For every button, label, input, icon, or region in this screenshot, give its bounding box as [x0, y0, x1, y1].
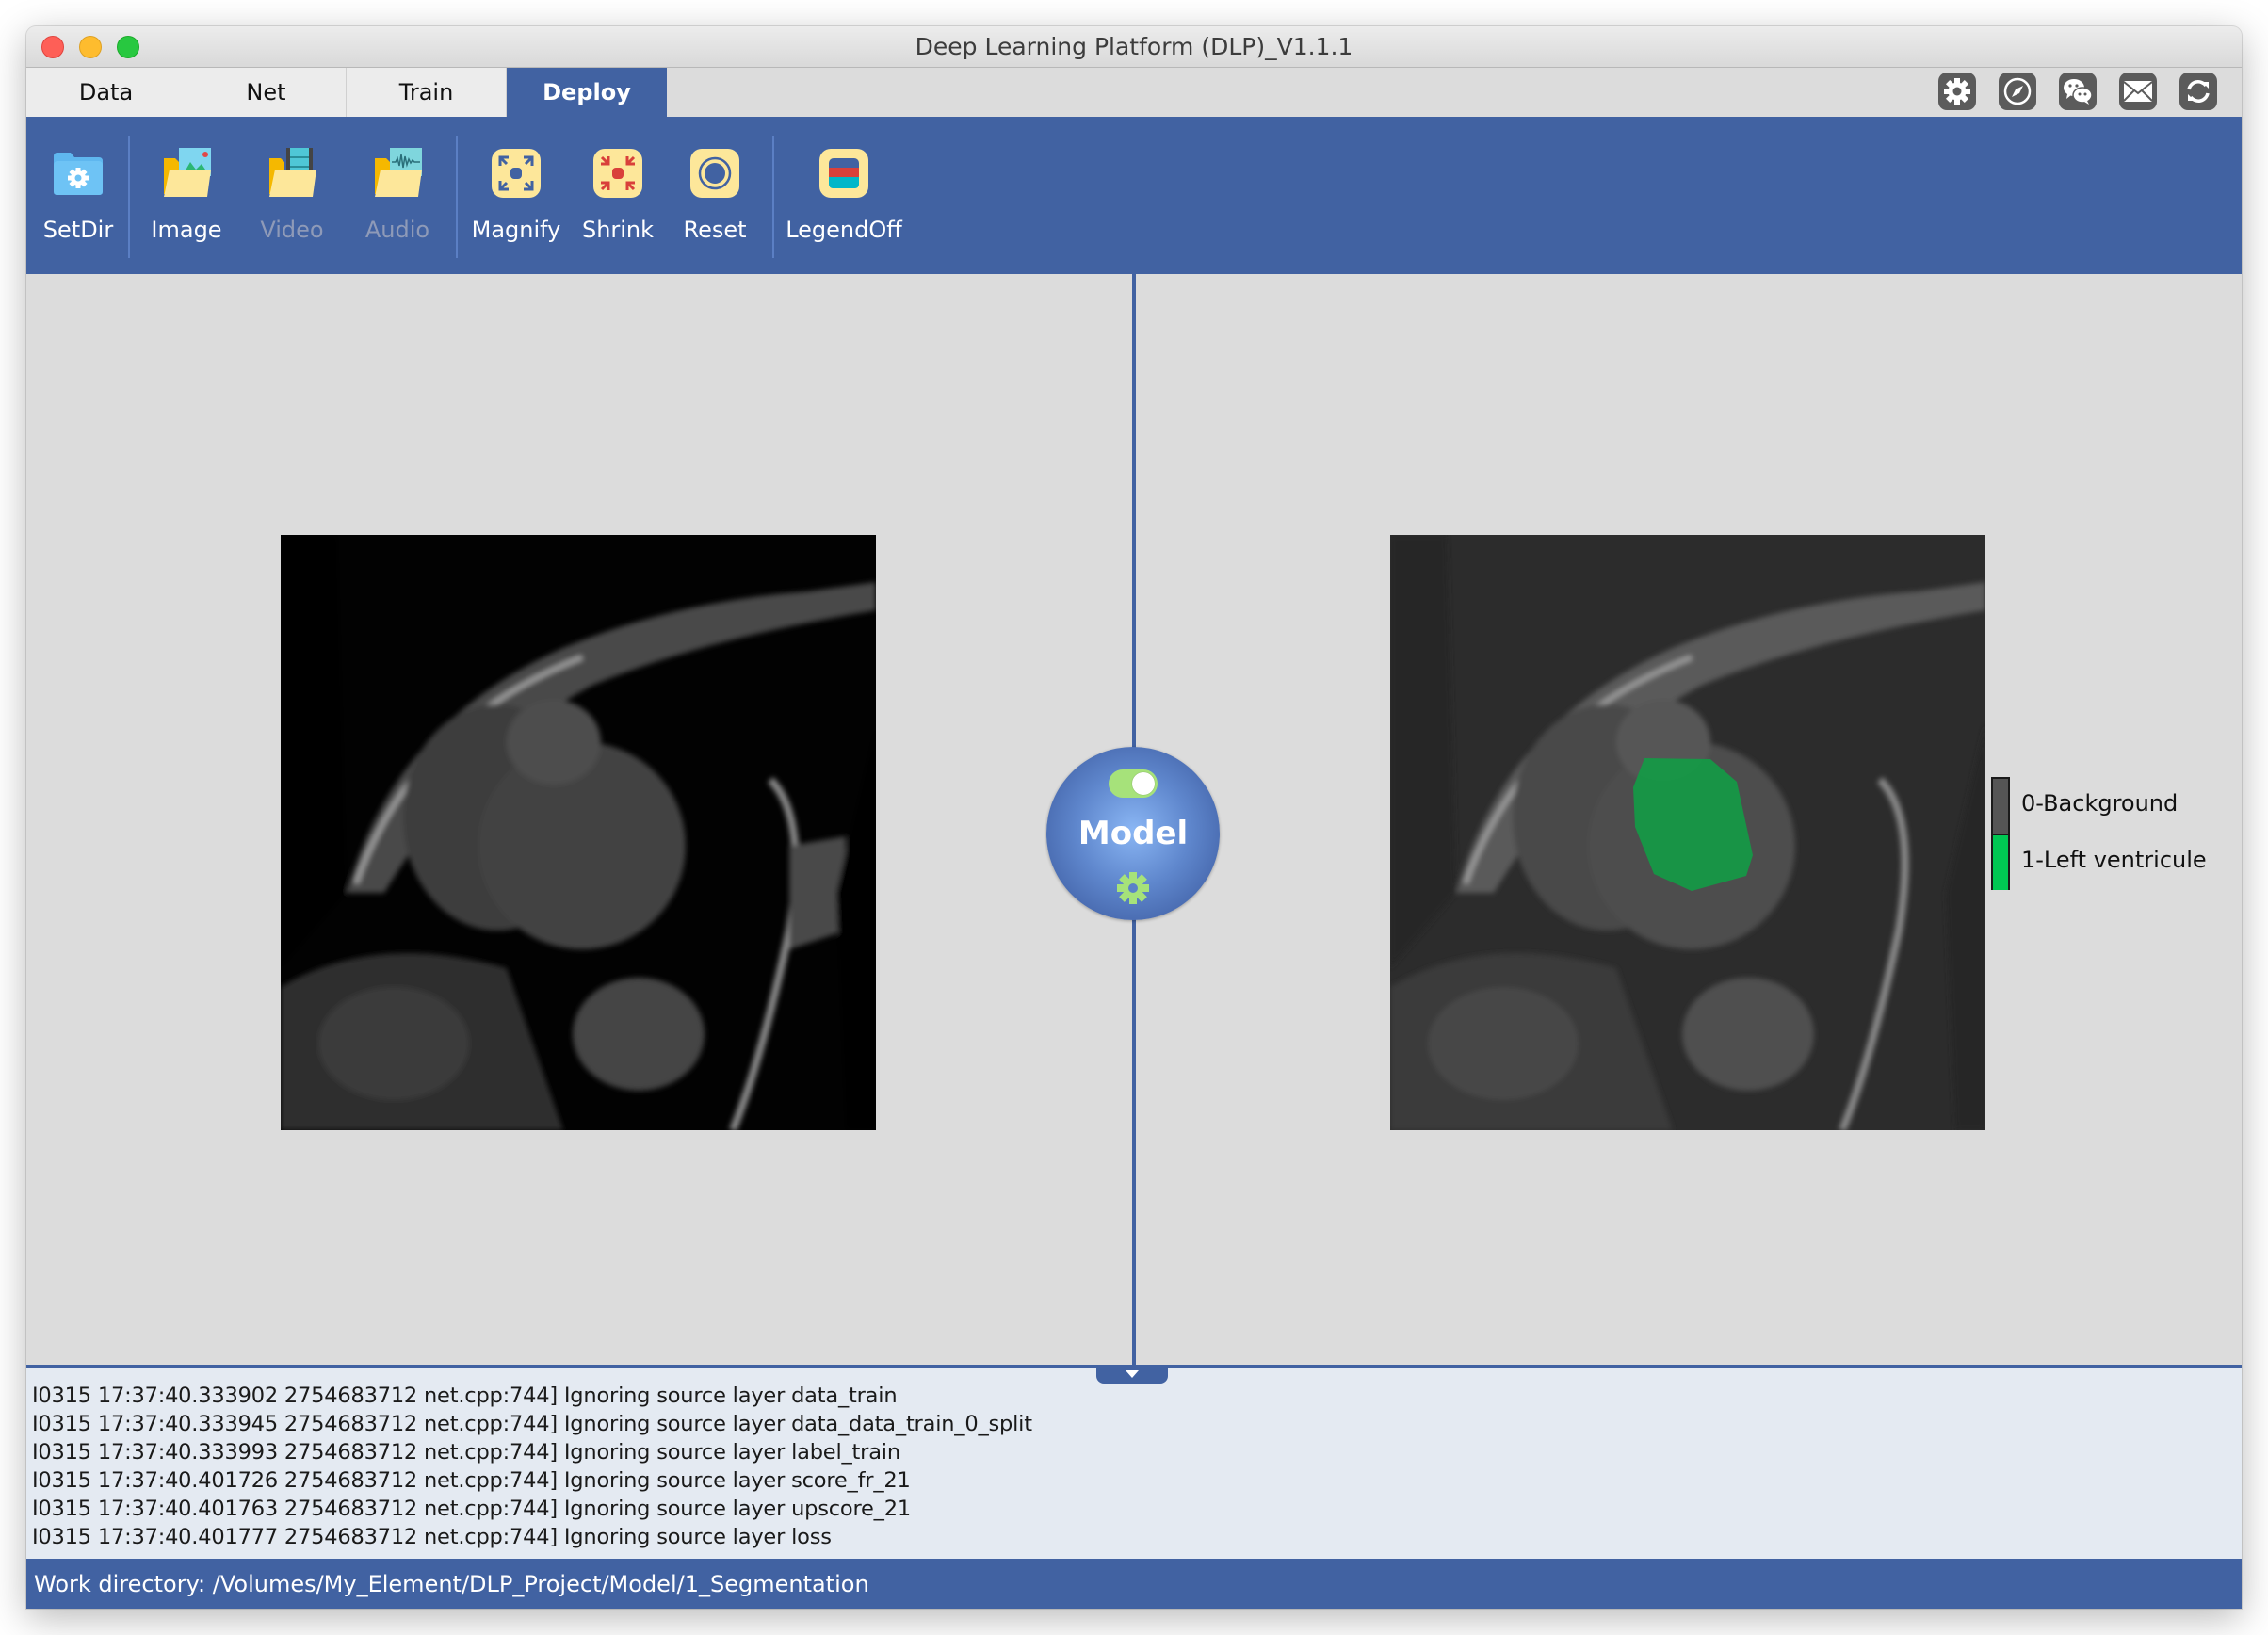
log-line: I0315 17:37:40.333945 2754683712 net.cpp… — [32, 1412, 1032, 1436]
maximize-window-button[interactable] — [117, 36, 139, 58]
log-line: I0315 17:37:40.333902 2754683712 net.cpp… — [32, 1384, 898, 1408]
mail-button[interactable] — [2119, 73, 2157, 110]
gear-icon — [1944, 78, 1970, 105]
deploy-toolbar: SetDir Image Video Audio Magnify Shrink … — [26, 117, 2242, 274]
tab-data[interactable]: Data — [26, 68, 186, 117]
setdir-label: SetDir — [42, 217, 114, 243]
deploy-workspace: Model 0-Background 1-Left ventricule — [26, 274, 2242, 1365]
tab-bar: Data Net Train Deploy — [26, 68, 2242, 117]
window-controls — [41, 36, 139, 58]
close-window-button[interactable] — [41, 36, 64, 58]
refresh-button[interactable] — [2179, 73, 2217, 110]
input-image — [281, 535, 876, 1130]
reset-label: Reset — [683, 217, 747, 243]
log-line: I0315 17:37:40.401777 2754683712 net.cpp… — [32, 1525, 832, 1549]
minimize-window-button[interactable] — [79, 36, 102, 58]
legend-swatch-background — [1993, 779, 2008, 835]
toolbar-separator — [456, 136, 458, 258]
model-button[interactable]: Model — [1046, 747, 1220, 920]
legend-color-bar — [1991, 777, 2010, 890]
tab-deploy[interactable]: Deploy — [507, 68, 667, 117]
image-button[interactable]: Image — [139, 117, 234, 274]
wechat-button[interactable] — [2059, 73, 2097, 110]
refresh-icon — [2187, 80, 2210, 103]
mail-icon — [2123, 81, 2153, 102]
model-toggle[interactable] — [1109, 769, 1158, 798]
image-folder-icon — [164, 148, 211, 197]
legend-label-background: 0-Background — [2021, 790, 2179, 817]
compass-icon — [2003, 77, 2032, 105]
status-bar: Work directory: /Volumes/My_Element/DLP_… — [26, 1559, 2242, 1609]
window-title: Deep Learning Platform (DLP)_V1.1.1 — [915, 33, 1353, 60]
compass-button[interactable] — [1999, 73, 2036, 110]
work-directory-text: Work directory: /Volumes/My_Element/DLP_… — [34, 1570, 869, 1597]
log-line: I0315 17:37:40.401726 2754683712 net.cpp… — [32, 1468, 911, 1493]
image-label: Image — [151, 217, 222, 243]
top-right-icons — [1938, 73, 2217, 110]
title-bar: Deep Learning Platform (DLP)_V1.1.1 — [26, 26, 2242, 68]
app-window: Deep Learning Platform (DLP)_V1.1.1 Data… — [26, 26, 2242, 1609]
wechat-icon — [2064, 79, 2093, 105]
video-folder-icon — [269, 148, 316, 197]
tab-net[interactable]: Net — [186, 68, 347, 117]
legend-label-left-ventricle: 1-Left ventricule — [2021, 847, 2207, 873]
tab-train[interactable]: Train — [347, 68, 507, 117]
folder-settings-icon — [54, 153, 103, 195]
settings-button[interactable] — [1938, 73, 1976, 110]
magnify-label: Magnify — [471, 217, 561, 243]
audio-folder-icon — [375, 148, 422, 197]
magnify-icon — [492, 149, 541, 198]
setdir-button[interactable]: SetDir — [40, 117, 117, 274]
toolbar-separator — [128, 136, 130, 258]
video-label: Video — [260, 217, 324, 243]
shrink-label: Shrink — [581, 217, 655, 243]
log-output: I0315 17:37:40.333902 2754683712 net.cpp… — [32, 1382, 1032, 1551]
toolbar-separator — [772, 136, 774, 258]
log-line: I0315 17:37:40.333993 2754683712 net.cpp… — [32, 1440, 900, 1465]
legend-icon — [819, 149, 868, 198]
gear-icon[interactable] — [1116, 871, 1150, 905]
collapse-log-button[interactable] — [1096, 1365, 1168, 1384]
audio-button[interactable]: Audio — [350, 117, 445, 274]
chevron-down-icon — [1126, 1370, 1139, 1378]
shrink-icon — [593, 149, 642, 198]
video-button[interactable]: Video — [245, 117, 339, 274]
magnify-button[interactable]: Magnify — [465, 117, 567, 274]
legend-swatch-left-ventricle — [1993, 835, 2008, 890]
reset-button[interactable]: Reset — [671, 117, 759, 274]
shrink-button[interactable]: Shrink — [571, 117, 665, 274]
segmentation-result-image — [1390, 535, 1985, 1130]
model-label: Model — [1077, 815, 1189, 852]
reset-icon — [690, 149, 739, 198]
legend-off-label: LegendOff — [786, 217, 902, 243]
legend-off-button[interactable]: LegendOff — [786, 117, 902, 274]
log-line: I0315 17:37:40.401763 2754683712 net.cpp… — [32, 1497, 911, 1521]
log-panel: I0315 17:37:40.333902 2754683712 net.cpp… — [26, 1365, 2242, 1583]
audio-label: Audio — [364, 217, 430, 243]
